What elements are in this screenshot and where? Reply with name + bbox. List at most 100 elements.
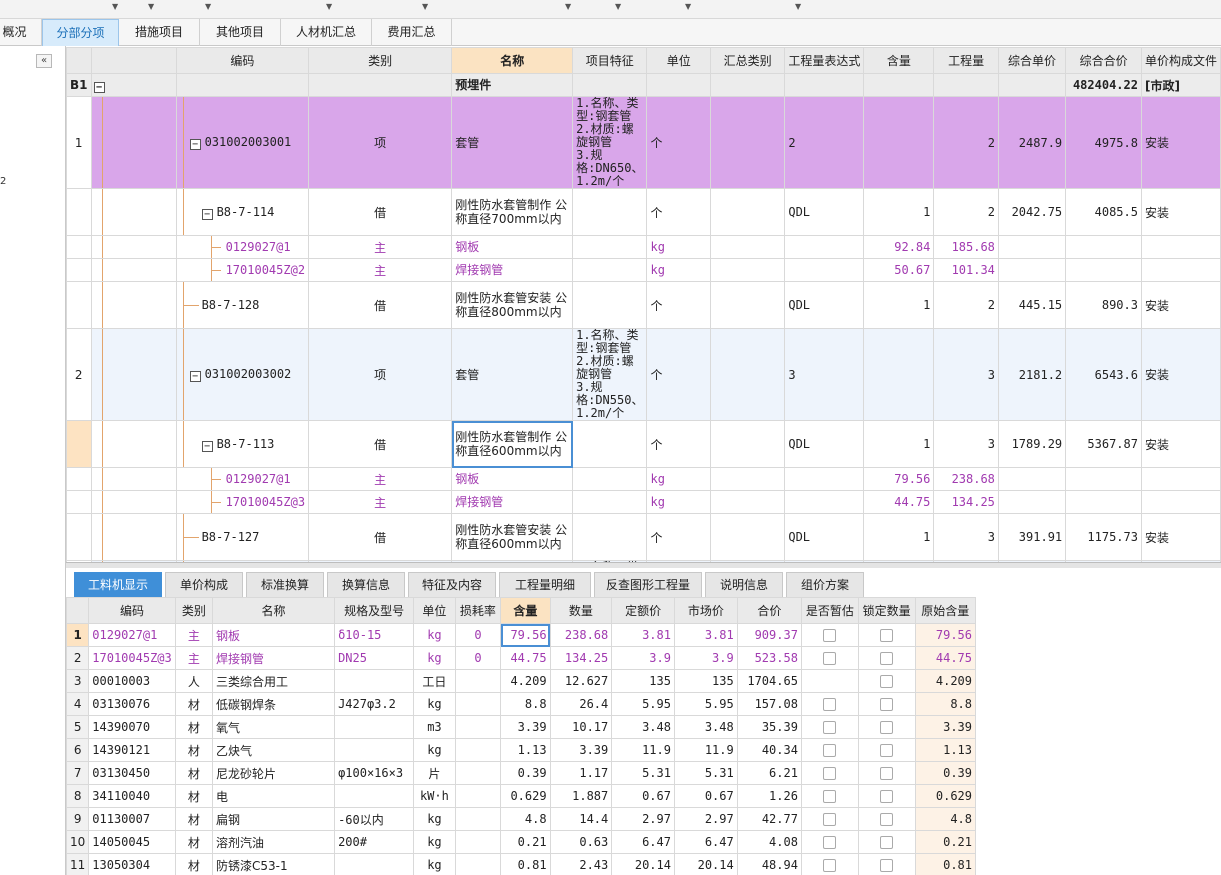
resource-type[interactable]: 材 <box>174 830 214 854</box>
resource-quantity[interactable]: 3.39 <box>549 738 613 762</box>
tab-reverse-graphic-quantity[interactable]: 反查图形工程量 <box>594 572 702 597</box>
resource-type[interactable]: 材 <box>174 807 214 831</box>
item-summary-category[interactable] <box>709 513 786 561</box>
resource-spec[interactable]: J427φ3.2 <box>334 692 415 716</box>
item-total-price[interactable] <box>1065 467 1142 491</box>
item-unit-price[interactable] <box>997 73 1067 97</box>
estimate-checkbox[interactable] <box>823 721 837 734</box>
dropdown-arrow-icon[interactable]: ▼ <box>112 2 118 11</box>
resource-code[interactable]: 34110040 <box>88 784 176 808</box>
resource-name[interactable]: 尼龙砂轮片 <box>212 761 336 785</box>
lock-quantity-checkbox[interactable] <box>880 767 894 780</box>
tab-description-info[interactable]: 说明信息 <box>705 572 783 597</box>
resource-quantity[interactable]: 10.17 <box>549 715 613 739</box>
column-header[interactable]: 单价构成文件 <box>1140 47 1221 74</box>
resource-original-content[interactable]: 44.75 <box>914 646 976 670</box>
item-summary-category[interactable] <box>709 281 786 329</box>
tab-other-items[interactable]: 其他项目 <box>200 19 281 46</box>
estimate-checkbox[interactable] <box>823 698 837 711</box>
resource-quantity[interactable]: 134.25 <box>549 646 613 670</box>
column-header[interactable]: 含量 <box>500 597 551 624</box>
table-row[interactable]: 17010045Z@2 主焊接钢管 kg 50.67 101.34 <box>66 258 1221 282</box>
lock-quantity-checkbox[interactable] <box>880 675 894 688</box>
item-content[interactable]: 1 <box>863 281 935 329</box>
item-feature[interactable] <box>572 467 648 491</box>
item-content[interactable]: 79.56 <box>863 467 935 491</box>
table-row[interactable]: 10 14050045 材溶剂汽油 200# kg 0.21 0.63 6.47 6.47 4.0… <box>66 830 976 854</box>
table-row[interactable]: 5 14390070 材氧气 m3 3.39 10.17 3.48 3.48 35.39 3.39 <box>66 715 976 739</box>
dropdown-arrow-icon[interactable]: ▼ <box>205 2 211 11</box>
resource-quota-price[interactable]: 5.95 <box>611 692 675 716</box>
item-price-file[interactable]: 安装 <box>1140 96 1221 189</box>
resource-code[interactable]: 17010045Z@3 <box>88 646 176 670</box>
resource-content[interactable]: 0.21 <box>500 830 551 854</box>
table-row[interactable]: 11 13050304 材防锈漆C53-1 kg 0.81 2.43 20.14 20.14 4… <box>66 853 976 875</box>
resource-name[interactable]: 钢板 <box>212 623 336 647</box>
resource-market-price[interactable]: 5.95 <box>673 692 738 716</box>
item-summary-category[interactable] <box>709 73 786 97</box>
tab-measures[interactable]: 措施项目 <box>119 19 200 46</box>
item-summary-category[interactable] <box>709 258 786 282</box>
column-header[interactable]: 市场价 <box>673 597 738 624</box>
resource-unit[interactable]: kg <box>413 646 456 670</box>
resource-type[interactable]: 材 <box>174 738 214 762</box>
column-header[interactable]: 单位 <box>413 597 456 624</box>
resource-name[interactable]: 溶剂汽油 <box>212 830 336 854</box>
collapse-toggle-icon[interactable]: − <box>201 208 213 220</box>
item-unit[interactable]: 个 <box>646 513 711 561</box>
resource-loss-rate[interactable] <box>454 784 502 808</box>
resource-total[interactable]: 523.58 <box>736 646 802 670</box>
resource-quantity[interactable]: 238.68 <box>549 623 613 647</box>
item-name[interactable]: 焊接钢管 <box>451 258 574 282</box>
resource-original-content[interactable]: 4.8 <box>914 807 976 831</box>
resource-total[interactable]: 4.08 <box>736 830 802 854</box>
resource-market-price[interactable]: 6.47 <box>673 830 738 854</box>
item-total-price[interactable]: 890.3 <box>1065 281 1142 329</box>
table-row[interactable]: 8 34110040 材电 kW·h 0.629 1.887 0.67 0.67 1.26 0.6… <box>66 784 976 808</box>
column-header[interactable]: 损耗率 <box>454 597 502 624</box>
item-name[interactable]: 预埋件 <box>451 73 574 97</box>
resource-total[interactable]: 6.21 <box>736 761 802 785</box>
table-row[interactable]: B1− 预埋件 482404.22 [市政] <box>66 73 1221 97</box>
resource-code[interactable]: 14390121 <box>88 738 176 762</box>
item-price-file[interactable]: 安装 <box>1140 420 1221 468</box>
table-row[interactable]: B8-7-128 借刚性防水套管安装 公称直径800mm以内 个 QDL 1 2 445.1… <box>66 281 1221 329</box>
item-feature[interactable] <box>572 188 648 236</box>
item-summary-category[interactable] <box>709 420 786 468</box>
column-header[interactable]: 工程量 <box>933 47 999 74</box>
resource-unit[interactable]: kg <box>413 830 456 854</box>
resource-quantity[interactable]: 26.4 <box>549 692 613 716</box>
resource-spec[interactable]: δ10-15 <box>334 623 415 647</box>
resource-name[interactable]: 扁钢 <box>212 807 336 831</box>
resource-unit[interactable]: kg <box>413 623 456 647</box>
table-row[interactable]: − B8-7-114 借刚性防水套管制作 公称直径700mm以内个 QDL 1 2 2042… <box>66 188 1221 236</box>
tab-quantity-detail[interactable]: 工程量明细 <box>499 572 591 597</box>
item-unit-price[interactable] <box>997 467 1067 491</box>
table-row[interactable]: 1−031002003001 项套管 1.名称、类型:钢套管 2.材质:螺旋钢管 3.规… <box>66 96 1221 189</box>
item-total-price[interactable]: 5367.87 <box>1065 420 1142 468</box>
resource-quota-price[interactable]: 3.81 <box>611 623 675 647</box>
tab-items[interactable]: 分部分项 <box>42 19 119 46</box>
estimate-checkbox[interactable] <box>823 629 837 642</box>
item-total-price[interactable]: 1175.73 <box>1065 513 1142 561</box>
resource-market-price[interactable]: 0.67 <box>673 784 738 808</box>
item-quantity[interactable]: 2 <box>933 281 999 329</box>
resource-quota-price[interactable]: 5.31 <box>611 761 675 785</box>
item-name[interactable]: 焊接钢管 <box>451 490 574 514</box>
resource-type[interactable]: 材 <box>174 692 214 716</box>
tab-pricing-scheme[interactable]: 组价方案 <box>786 572 864 597</box>
resource-content[interactable]: 1.13 <box>500 738 551 762</box>
resource-quota-price[interactable]: 6.47 <box>611 830 675 854</box>
item-total-price[interactable] <box>1065 258 1142 282</box>
item-quantity-expression[interactable]: QDL <box>784 420 865 468</box>
resource-code[interactable]: 13050304 <box>88 853 176 875</box>
dropdown-arrow-icon[interactable]: ▼ <box>148 2 154 11</box>
resource-spec[interactable] <box>334 853 415 875</box>
dropdown-arrow-icon[interactable]: ▼ <box>685 2 691 11</box>
item-unit[interactable]: kg <box>646 235 711 259</box>
resource-loss-rate[interactable] <box>454 715 502 739</box>
item-quantity-expression[interactable] <box>784 73 865 97</box>
collapse-toggle-icon[interactable]: − <box>93 81 105 93</box>
resource-quantity[interactable]: 1.17 <box>549 761 613 785</box>
item-name[interactable]: 套管 <box>451 96 574 189</box>
